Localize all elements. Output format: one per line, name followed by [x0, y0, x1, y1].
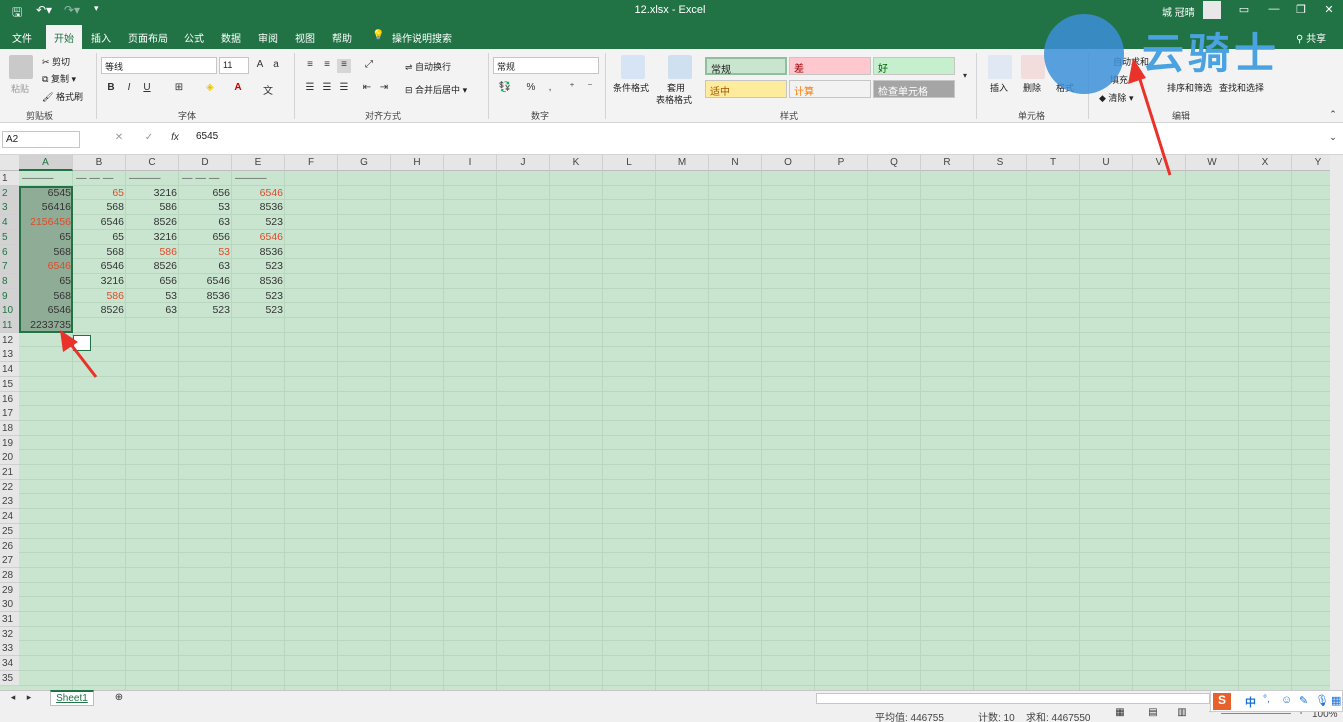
arrow-to-autosum — [1128, 58, 1172, 176]
arrow-to-selection — [60, 330, 98, 378]
annotation-arrows — [60, 58, 1172, 378]
